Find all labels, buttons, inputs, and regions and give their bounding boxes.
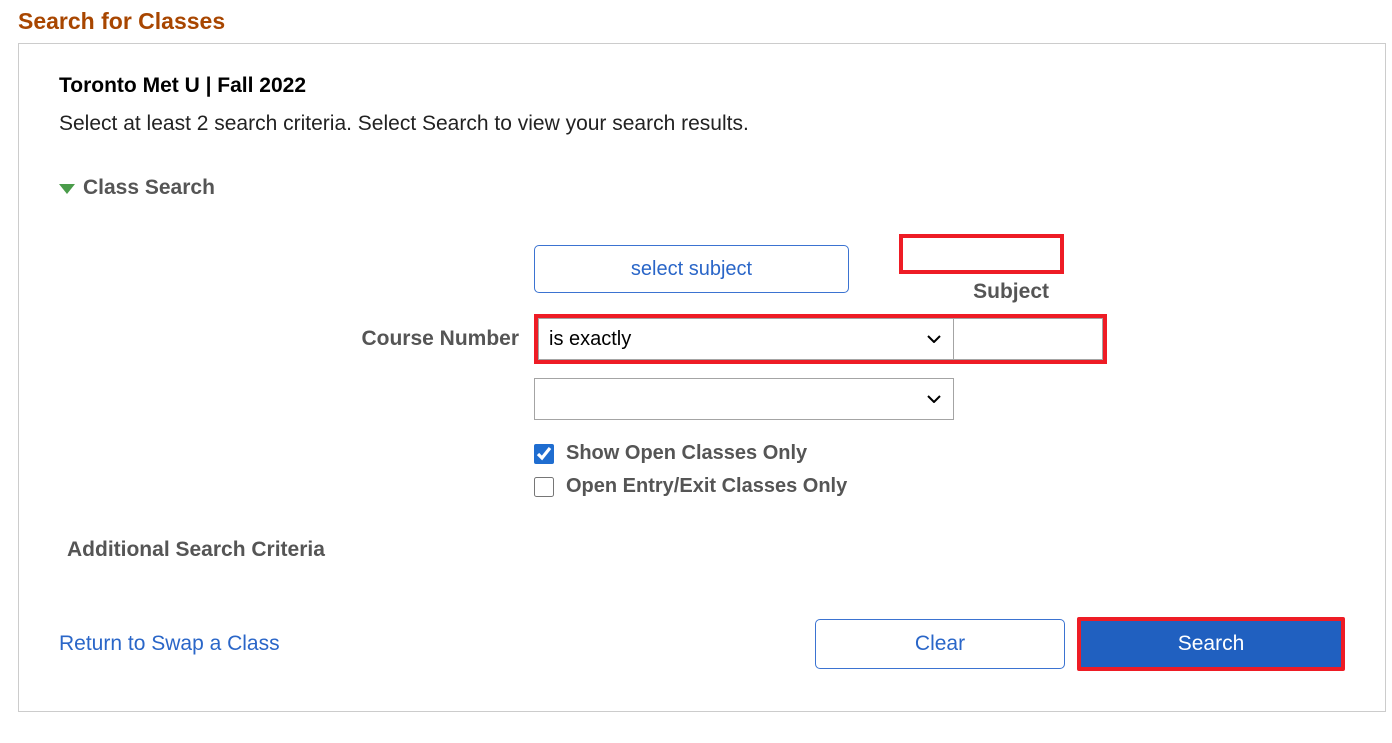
footer-buttons: Clear Search	[815, 617, 1345, 671]
course-number-input[interactable]	[953, 318, 1103, 360]
open-entry-row: Open Entry/Exit Classes Only	[534, 475, 1345, 498]
footer-row: Return to Swap a Class Clear Search	[59, 617, 1345, 671]
return-link[interactable]: Return to Swap a Class	[59, 632, 280, 656]
additional-criteria-title: Additional Search Criteria	[67, 538, 325, 562]
show-open-only-checkbox[interactable]	[534, 444, 554, 464]
clear-button[interactable]: Clear	[815, 619, 1065, 669]
class-search-form: select subject Subject Course Number is …	[59, 234, 1345, 498]
subject-input[interactable]	[903, 238, 1060, 270]
page-title: Search for Classes	[0, 0, 1392, 43]
course-number-row: Course Number is exactly	[59, 314, 1345, 364]
open-entry-checkbox[interactable]	[534, 477, 554, 497]
career-row	[59, 378, 1345, 420]
show-open-only-label: Show Open Classes Only	[566, 442, 807, 465]
search-panel: Toronto Met U | Fall 2022 Select at leas…	[18, 43, 1386, 712]
open-only-row: Show Open Classes Only	[534, 442, 1345, 465]
chevron-down-icon	[59, 184, 75, 194]
search-button-highlight: Search	[1077, 617, 1345, 671]
search-button[interactable]: Search	[1081, 621, 1341, 667]
career-select[interactable]	[534, 378, 954, 420]
open-entry-label: Open Entry/Exit Classes Only	[566, 475, 847, 498]
course-number-highlight: is exactly	[534, 314, 1107, 364]
subject-input-highlight	[899, 234, 1064, 274]
class-search-title: Class Search	[83, 176, 215, 200]
instructions-text: Select at least 2 search criteria. Selec…	[59, 112, 1345, 136]
class-search-toggle[interactable]: Class Search	[59, 176, 1345, 200]
subject-label: Subject	[973, 280, 1049, 304]
course-number-label: Course Number	[59, 327, 534, 351]
course-number-operator-select[interactable]: is exactly	[538, 318, 953, 360]
select-subject-button[interactable]: select subject	[534, 245, 849, 293]
subject-row: select subject Subject	[59, 234, 1345, 304]
context-line: Toronto Met U | Fall 2022	[59, 74, 1345, 98]
additional-criteria-toggle[interactable]: Additional Search Criteria	[59, 538, 1345, 562]
